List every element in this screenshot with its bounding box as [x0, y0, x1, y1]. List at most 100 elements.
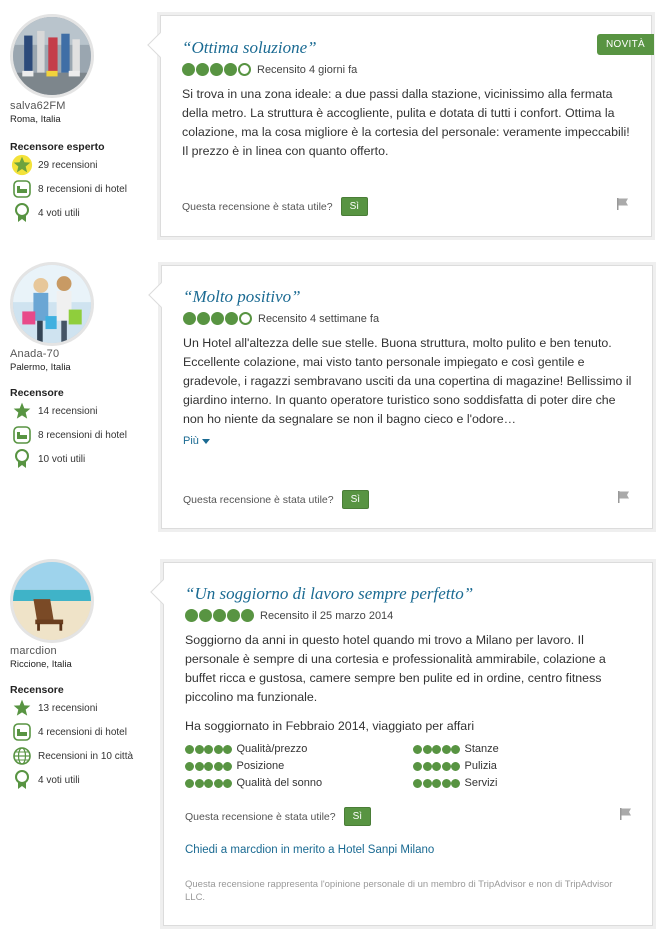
username[interactable]: marcdion [10, 645, 155, 657]
badge-text: 14 recensioni [38, 405, 98, 417]
badge-reviews: 14 recensioni [10, 399, 155, 423]
sub-rating-sleep: Qualità del sonno [185, 775, 413, 791]
sub-rating-label: Posizione [236, 760, 285, 772]
badge-reviews: 29 recensioni [10, 153, 155, 177]
badge-hotel-reviews: 4 recensioni di hotel [10, 720, 155, 744]
helpful-yes-button[interactable]: Sì [341, 490, 370, 509]
rating-bubbles-icon [185, 761, 233, 771]
ribbon-icon [10, 203, 34, 223]
disclaimer: Questa recensione rappresenta l'opinione… [185, 879, 613, 903]
user-location: Palermo, Italia [10, 362, 71, 373]
hotel-bed-icon [10, 723, 34, 741]
badge-text: 8 recensioni di hotel [38, 429, 127, 441]
beach-chair-photo [13, 562, 91, 640]
avatar[interactable] [10, 559, 94, 643]
username[interactable]: salva62FM [10, 100, 155, 112]
badge-helpful: 10 voti utili [10, 447, 155, 471]
badge-text: 4 recensioni di hotel [38, 726, 127, 738]
sub-rating-rooms: Stanze [413, 741, 613, 757]
badge-hotel-reviews: 8 recensioni di hotel [10, 423, 155, 447]
badge-hotel-reviews: 8 recensioni di hotel [10, 177, 155, 201]
review-title[interactable]: “Ottima soluzione” [182, 38, 632, 58]
badge-text: 29 recensioni [38, 159, 98, 171]
rating-row: Recensito 4 settimane fa [183, 312, 635, 325]
sub-rating-location: Posizione [185, 758, 413, 774]
review-text: Soggiorno da anni in questo hotel quando… [185, 633, 606, 704]
helpful-question: Questa recensione è stata utile? [185, 810, 336, 823]
sub-ratings: Qualità/prezzo Stanze Posizione Pulizia … [185, 741, 637, 791]
user-location: Riccione, Italia [10, 659, 72, 670]
helpful-yes-button[interactable]: Sì [340, 197, 369, 216]
rating-bubbles-icon [185, 744, 233, 754]
badge-text: 4 voti utili [38, 774, 80, 786]
globe-icon [10, 747, 34, 765]
review-title[interactable]: “Un soggiorno di lavoro sempre perfetto” [185, 584, 637, 604]
review-text: Un Hotel all'altezza delle sue stelle. B… [183, 336, 632, 426]
rating-row: Recensito il 25 marzo 2014 [185, 609, 637, 622]
helpful-yes-button[interactable]: Sì [343, 807, 372, 826]
rating-bubbles-icon [413, 761, 461, 771]
username[interactable]: Anada-70 [10, 348, 155, 360]
sub-rating-label: Stanze [464, 743, 499, 755]
star-icon [10, 698, 34, 718]
badge-helpful: 4 voti utili [10, 768, 155, 792]
helpful-question: Questa recensione è stata utile? [182, 200, 333, 213]
ribbon-icon [10, 449, 34, 469]
helpful-row: Questa recensione è stata utile? Sì [185, 807, 372, 826]
badge-reviews: 13 recensioni [10, 696, 155, 720]
sub-rating-label: Qualità/prezzo [236, 743, 308, 755]
reviewer-level: Recensore [10, 387, 64, 399]
sub-rating-label: Pulizia [464, 760, 497, 772]
reviewer-level: Recensore esperto [10, 141, 105, 153]
avatar[interactable] [10, 14, 94, 98]
sub-rating-label: Qualità del sonno [236, 777, 323, 789]
rating-bubbles-icon [182, 63, 252, 76]
badge-text: 13 recensioni [38, 702, 98, 714]
hotel-bed-icon [10, 426, 34, 444]
reviewer-info: marcdion Riccione, Italia Recensore 13 r… [10, 559, 155, 792]
review-date: Recensito il 25 marzo 2014 [260, 609, 394, 622]
review-text: Si trova in una zona ideale: a due passi… [182, 87, 630, 158]
sub-rating-cleanliness: Pulizia [413, 758, 613, 774]
star-icon [10, 401, 34, 421]
girls-shopping-photo [13, 265, 91, 343]
ribbon-icon [10, 770, 34, 790]
caret-down-icon [201, 438, 210, 444]
more-label: Più [183, 435, 199, 447]
flag-icon[interactable] [617, 490, 631, 504]
flag-icon[interactable] [619, 807, 633, 821]
review-date: Recensito 4 settimane fa [258, 312, 380, 325]
sub-rating-label: Servizi [464, 777, 498, 789]
helpful-row: Questa recensione è stata utile? Sì [182, 197, 369, 216]
rating-bubbles-icon [413, 778, 461, 788]
review-card: “Molto positivo” Recensito 4 settimane f… [148, 265, 653, 529]
badge-text: Recensioni in 10 città [38, 750, 134, 762]
badge-text: 8 recensioni di hotel [38, 183, 127, 195]
runners-photo [13, 17, 91, 95]
badge-text: 4 voti utili [38, 207, 80, 219]
reviewer-info: salva62FM Roma, Italia Recensore esperto… [10, 14, 155, 225]
rating-bubbles-icon [185, 778, 233, 788]
reviewer-info: Anada-70 Palermo, Italia Recensore 14 re… [10, 262, 155, 471]
rating-row: Recensito 4 giorni fa [182, 63, 632, 76]
stay-info: Ha soggiornato in Febbraio 2014, viaggia… [185, 719, 475, 733]
star-icon [10, 154, 34, 176]
flag-icon[interactable] [616, 197, 630, 211]
more-link[interactable]: Più [183, 435, 635, 447]
review-card: “Un soggiorno di lavoro sempre perfetto”… [150, 562, 653, 926]
ask-reviewer-link[interactable]: Chiedi a marcdion in merito a Hotel Sanp… [185, 844, 434, 856]
helpful-question: Questa recensione è stata utile? [183, 493, 334, 506]
rating-bubbles-icon [185, 609, 255, 622]
review-title[interactable]: “Molto positivo” [183, 287, 635, 307]
badge-helpful: 4 voti utili [10, 201, 155, 225]
sub-rating-service: Servizi [413, 775, 613, 791]
sub-rating-value: Qualità/prezzo [185, 741, 413, 757]
helpful-row: Questa recensione è stata utile? Sì [183, 490, 370, 509]
review-card: NOVITÀ “Ottima soluzione” Recensito 4 gi… [147, 15, 654, 237]
badge-cities: Recensioni in 10 città [10, 744, 155, 768]
avatar[interactable] [10, 262, 94, 346]
rating-bubbles-icon [183, 312, 253, 325]
badge-text: 10 voti utili [38, 453, 86, 465]
rating-bubbles-icon [413, 744, 461, 754]
hotel-bed-icon [10, 180, 34, 198]
